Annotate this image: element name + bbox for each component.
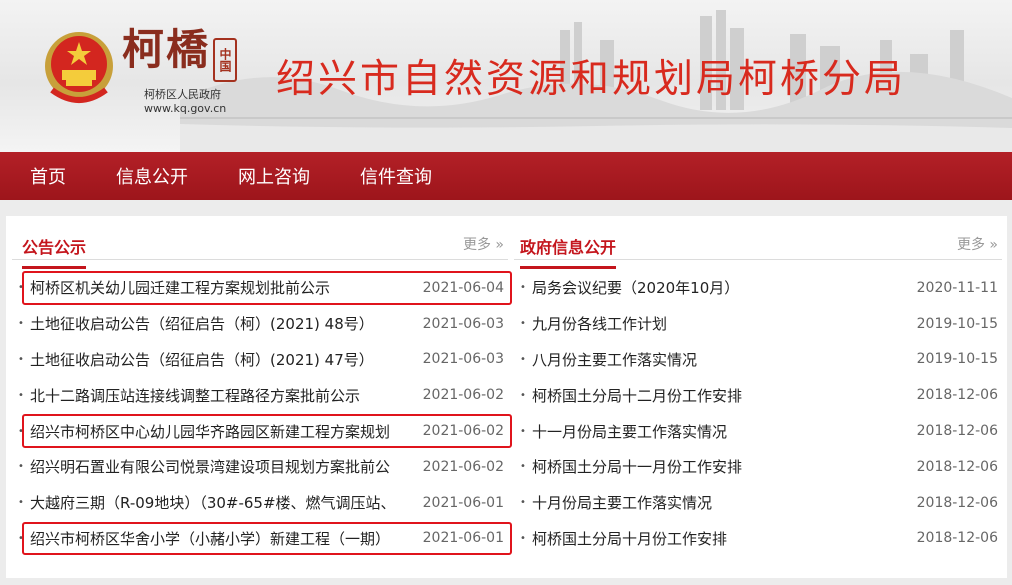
list-item[interactable]: • 绍兴市柯桥区中心幼儿园华齐路园区新建工程方案规划 2021-06-02 [12,413,512,449]
bullet-icon: • [520,353,526,365]
bullet-icon: • [18,461,24,473]
list-item[interactable]: • 绍兴明石置业有限公司悦景湾建设项目规划方案批前公 2021-06-02 [12,449,508,485]
gov-info-column: 政府信息公开 更多 » • 局务会议纪要（2020年10月） 2020-11-11 •… [514,216,1002,578]
list-item[interactable]: • 局务会议纪要（2020年10月） 2020-11-11 [514,270,1002,306]
list-item[interactable]: • 九月份各线工作计划 2019-10-15 [514,306,1002,342]
nav-home[interactable]: 首页 [30,163,66,189]
list-item[interactable]: • 土地征收启动公告（绍征启告（柯）(2021) 48号） 2021-06-03 [12,306,508,342]
list-item[interactable]: • 土地征收启动公告（绍征启告（柯）(2021) 47号） 2021-06-03 [12,342,508,378]
item-title[interactable]: 柯桥国土分局十月份工作安排 [526,528,916,549]
item-date: 2020-11-11 [916,279,998,296]
list-item[interactable]: • 柯桥国土分局十二月份工作安排 2018-12-06 [514,377,1002,413]
item-title[interactable]: 十月份局主要工作落实情况 [526,492,916,513]
item-title[interactable]: 土地征收启动公告（绍征启告（柯）(2021) 47号） [24,349,418,370]
announcements-header: 公告公示 更多 » [12,216,508,269]
logo-seal: 中国 [213,38,237,82]
item-title[interactable]: 柯桥区机关幼儿园迁建工程方案规划批前公示 [24,277,418,298]
list-item[interactable]: • 绍兴市柯桥区华舍小学（小赭小学）新建工程（一期） 2021-06-01 [12,521,512,557]
list-item[interactable]: • 八月份主要工作落实情况 2019-10-15 [514,342,1002,378]
item-title[interactable]: 八月份主要工作落实情况 [526,349,916,370]
item-date: 2021-06-03 [422,315,504,332]
bullet-icon: • [520,461,526,473]
item-title[interactable]: 十一月份局主要工作落实情况 [526,421,916,442]
bullet-icon: • [18,532,24,544]
nav-info-disclosure[interactable]: 信息公开 [116,163,188,189]
logo-url: www.kq.gov.cn [144,102,227,115]
header-banner: 柯橋 中国 柯桥区人民政府 www.kq.gov.cn 绍兴市自然资源和规划局柯… [0,0,1012,152]
bullet-icon: • [520,497,526,509]
list-item[interactable]: • 十月份局主要工作落实情况 2018-12-06 [514,485,1002,521]
nav-letter-query[interactable]: 信件查询 [360,163,432,189]
bullet-icon: • [520,532,526,544]
item-date: 2018-12-06 [916,530,998,547]
item-title[interactable]: 绍兴市柯桥区中心幼儿园华齐路园区新建工程方案规划 [24,421,418,442]
bullet-icon: • [18,497,24,509]
item-title[interactable]: 九月份各线工作计划 [526,313,916,334]
bullet-icon: • [520,389,526,401]
national-emblem-icon [45,32,113,103]
item-date: 2021-06-04 [422,279,504,296]
bullet-icon: • [18,318,24,330]
item-date: 2021-06-03 [422,351,504,368]
bullet-icon: • [18,425,24,437]
item-date: 2021-06-01 [422,494,504,511]
item-title[interactable]: 柯桥国土分局十一月份工作安排 [526,456,916,477]
site-title: 绍兴市自然资源和规划局柯桥分局 [276,57,907,102]
list-item[interactable]: • 十一月份局主要工作落实情况 2018-12-06 [514,413,1002,449]
list-item[interactable]: • 柯桥国土分局十月份工作安排 2018-12-06 [514,521,1002,557]
item-date: 2021-06-01 [422,530,504,547]
item-date: 2018-12-06 [916,458,998,475]
item-title[interactable]: 土地征收启动公告（绍征启告（柯）(2021) 48号） [24,313,418,334]
list-item[interactable]: • 柯桥区机关幼儿园迁建工程方案规划批前公示 2021-06-04 [12,270,512,306]
content-panel: 公告公示 更多 » • 柯桥区机关幼儿园迁建工程方案规划批前公示 2021-06-0… [6,216,1007,578]
item-date: 2019-10-15 [916,351,998,368]
nav-online-consult[interactable]: 网上咨询 [238,163,310,189]
item-title[interactable]: 柯桥国土分局十二月份工作安排 [526,385,916,406]
bullet-icon: • [520,282,526,294]
gov-info-title[interactable]: 政府信息公开 [520,234,617,269]
item-date: 2021-06-02 [422,458,504,475]
gov-info-header: 政府信息公开 更多 » [514,216,1002,269]
logo-wordmark: 柯橋 [122,25,211,74]
item-title[interactable]: 大越府三期（R-09地块）（30#-65#楼、燃气调压站、 [24,492,418,513]
item-date: 2018-12-06 [916,387,998,404]
bullet-icon: • [18,282,24,294]
list-item[interactable]: • 北十二路调压站连接线调整工程路径方案批前公示 2021-06-02 [12,377,508,413]
bullet-icon: • [520,318,526,330]
list-item[interactable]: • 大越府三期（R-09地块）（30#-65#楼、燃气调压站、 2021-06-01 [12,485,508,521]
announcements-title[interactable]: 公告公示 [22,234,87,269]
item-date: 2019-10-15 [916,315,998,332]
gov-info-list: • 局务会议纪要（2020年10月） 2020-11-11 • 九月份各线工作计划 201… [514,270,1002,556]
item-title[interactable]: 北十二路调压站连接线调整工程路径方案批前公示 [24,385,418,406]
bullet-icon: • [18,353,24,365]
gov-info-more-link[interactable]: 更多 » [957,234,998,254]
item-date: 2018-12-06 [916,423,998,440]
bullet-icon: • [520,425,526,437]
list-item[interactable]: • 柯桥国土分局十一月份工作安排 2018-12-06 [514,449,1002,485]
item-title[interactable]: 绍兴市柯桥区华舍小学（小赭小学）新建工程（一期） [24,528,418,549]
item-title[interactable]: 绍兴明石置业有限公司悦景湾建设项目规划方案批前公 [24,456,418,477]
main-nav: 首页 信息公开 网上咨询 信件查询 [0,152,1012,200]
bullet-icon: • [18,389,24,401]
item-date: 2018-12-06 [916,494,998,511]
announcements-column: 公告公示 更多 » • 柯桥区机关幼儿园迁建工程方案规划批前公示 2021-06-0… [12,216,512,578]
announcements-more-link[interactable]: 更多 » [463,234,504,254]
item-date: 2021-06-02 [422,387,504,404]
announcements-list: • 柯桥区机关幼儿园迁建工程方案规划批前公示 2021-06-04 • 土地征收启动公告… [12,270,512,557]
logo-subtitle: 柯桥区人民政府 [144,88,221,101]
item-date: 2021-06-02 [422,423,504,440]
item-title[interactable]: 局务会议纪要（2020年10月） [526,277,916,298]
